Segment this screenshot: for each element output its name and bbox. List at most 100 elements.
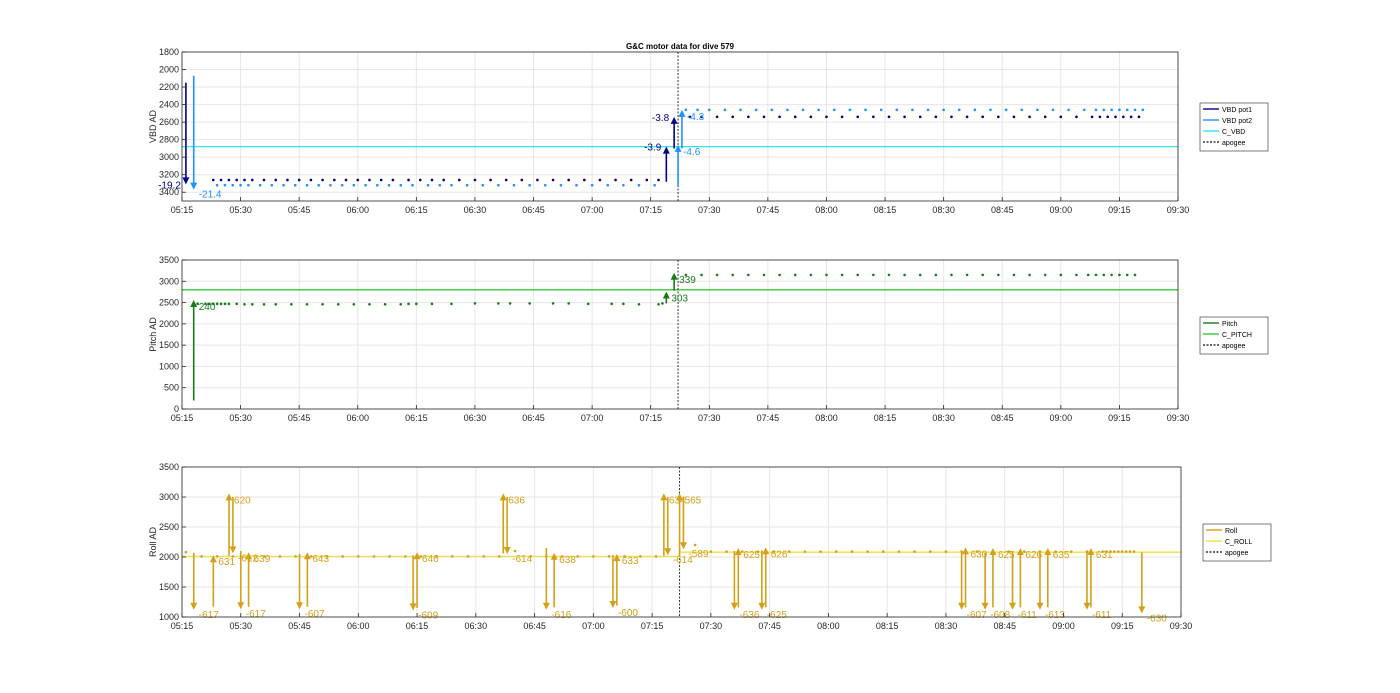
pitch-point: [637, 302, 641, 306]
vbd-legend-label: VBD pot2: [1222, 118, 1252, 125]
roll-y-axis-label: Roll AD: [148, 526, 158, 557]
roll-x-tick-label: 07:45: [758, 621, 781, 631]
pitch-arrow-label: 240: [199, 302, 216, 313]
pitch-x-tick-label: 06:00: [346, 413, 369, 423]
vbd-x-tick-label: 05:30: [229, 205, 252, 215]
roll-arrow-label: 620: [234, 495, 251, 506]
roll-y-tick-label: 2000: [159, 552, 179, 562]
vbd-point: [1036, 108, 1039, 112]
vbd-point: [1110, 108, 1113, 112]
roll-arrow-label: -617: [199, 610, 219, 621]
roll-point: [1124, 550, 1128, 553]
roll-point: [1113, 550, 1116, 553]
pitch-point: [290, 302, 293, 306]
vbd-point: [235, 178, 238, 182]
vbd-x-tick-label: 07:45: [757, 205, 780, 215]
pitch-point: [227, 302, 231, 306]
roll-point: [451, 555, 454, 558]
vbd-point: [1125, 108, 1129, 112]
vbd-y-axis-label: VBD AD: [148, 109, 158, 143]
pitch-y-tick-label: 2000: [159, 319, 179, 329]
roll-x-tick-label: 05:30: [229, 621, 252, 631]
vbd-arrow-label: -3.9: [644, 143, 662, 154]
vbd-point: [536, 178, 539, 182]
vbd-point: [1106, 115, 1109, 119]
roll-point: [928, 550, 932, 553]
roll-arrow-label: 625: [743, 550, 760, 561]
vbd-point: [481, 183, 485, 187]
pitch-point: [567, 302, 570, 305]
pitch-point: [610, 302, 613, 306]
roll-arrow-label: -611: [1092, 610, 1112, 621]
pitch-point: [415, 302, 418, 306]
vbd-point: [497, 183, 500, 187]
roll-arrow-label: 638: [559, 555, 576, 566]
roll-arrow-label: -609: [418, 610, 438, 621]
vbd-point: [629, 178, 633, 182]
roll-x-tick-label: 07:15: [641, 621, 664, 631]
pitch-point: [551, 302, 555, 305]
vbd-point: [957, 108, 961, 112]
pitch-legend-label: apogee: [1222, 343, 1245, 350]
roll-point: [787, 550, 791, 553]
roll-x-tick-label: 06:00: [347, 621, 370, 631]
vbd-panel: -19.2-21.4-3.9-3.8-4.6-4.305:15 05:30 05:4…: [148, 47, 1269, 215]
pitch-point: [528, 302, 531, 305]
roll-x-tick-label: 08:30: [935, 621, 958, 631]
pitch-x-tick-label: 06:45: [522, 413, 545, 423]
vbd-point: [438, 183, 442, 187]
vbd-point: [903, 115, 906, 119]
vbd-point: [559, 183, 563, 187]
pitch-point: [809, 273, 813, 277]
vbd-point: [864, 108, 867, 112]
roll-arrow-label: 636: [508, 495, 525, 506]
roll-x-tick-label: 09:15: [1111, 621, 1134, 631]
pitch-x-tick-label: 09:30: [1167, 413, 1190, 423]
roll-point: [356, 555, 360, 558]
vbd-point: [895, 108, 899, 112]
vbd-point: [473, 178, 477, 182]
roll-legend-label: Roll: [1225, 528, 1238, 535]
pitch-point: [321, 302, 324, 306]
vbd-point: [911, 108, 914, 112]
pitch-point: [793, 273, 797, 277]
vbd-point: [1067, 108, 1070, 112]
roll-x-tick-label: 09:00: [1052, 621, 1075, 631]
pitch-y-tick-label: 0: [174, 404, 179, 414]
vbd-point: [770, 108, 774, 112]
vbd-point: [1090, 115, 1094, 119]
roll-x-tick-label: 08:15: [876, 621, 899, 631]
pitch-x-tick-label: 07:45: [757, 413, 780, 423]
roll-point: [576, 555, 579, 558]
pitch-point: [661, 302, 664, 305]
roll-arrow-label: -616: [551, 610, 571, 621]
roll-x-tick-label: 06:30: [465, 621, 488, 631]
pitch-point: [586, 302, 590, 306]
vbd-point: [575, 183, 578, 187]
roll-arrow-label: 643: [312, 554, 329, 565]
vbd-point: [418, 178, 422, 182]
vbd-point: [407, 178, 410, 182]
vbd-point: [614, 178, 617, 182]
vbd-point: [739, 108, 742, 112]
pitch-point: [508, 302, 512, 305]
vbd-x-tick-label: 05:45: [288, 205, 311, 215]
pitch-point: [219, 302, 223, 306]
vbd-point: [817, 108, 820, 112]
vbd-point: [801, 108, 805, 112]
vbd-point: [1020, 108, 1024, 112]
pitch-point: [715, 273, 719, 277]
vbd-point: [879, 108, 883, 112]
vbd-point: [262, 178, 266, 182]
vbd-point: [1137, 115, 1141, 119]
roll-point: [881, 550, 885, 553]
pitch-point: [762, 273, 766, 277]
vbd-point: [637, 183, 641, 187]
vbd-point: [258, 183, 262, 187]
pitch-point: [1125, 273, 1129, 277]
vbd-point: [715, 115, 719, 119]
pitch-point: [223, 302, 227, 306]
pitch-point: [840, 273, 844, 277]
pitch-x-tick-label: 07:00: [581, 413, 604, 423]
pitch-point: [1075, 273, 1078, 277]
